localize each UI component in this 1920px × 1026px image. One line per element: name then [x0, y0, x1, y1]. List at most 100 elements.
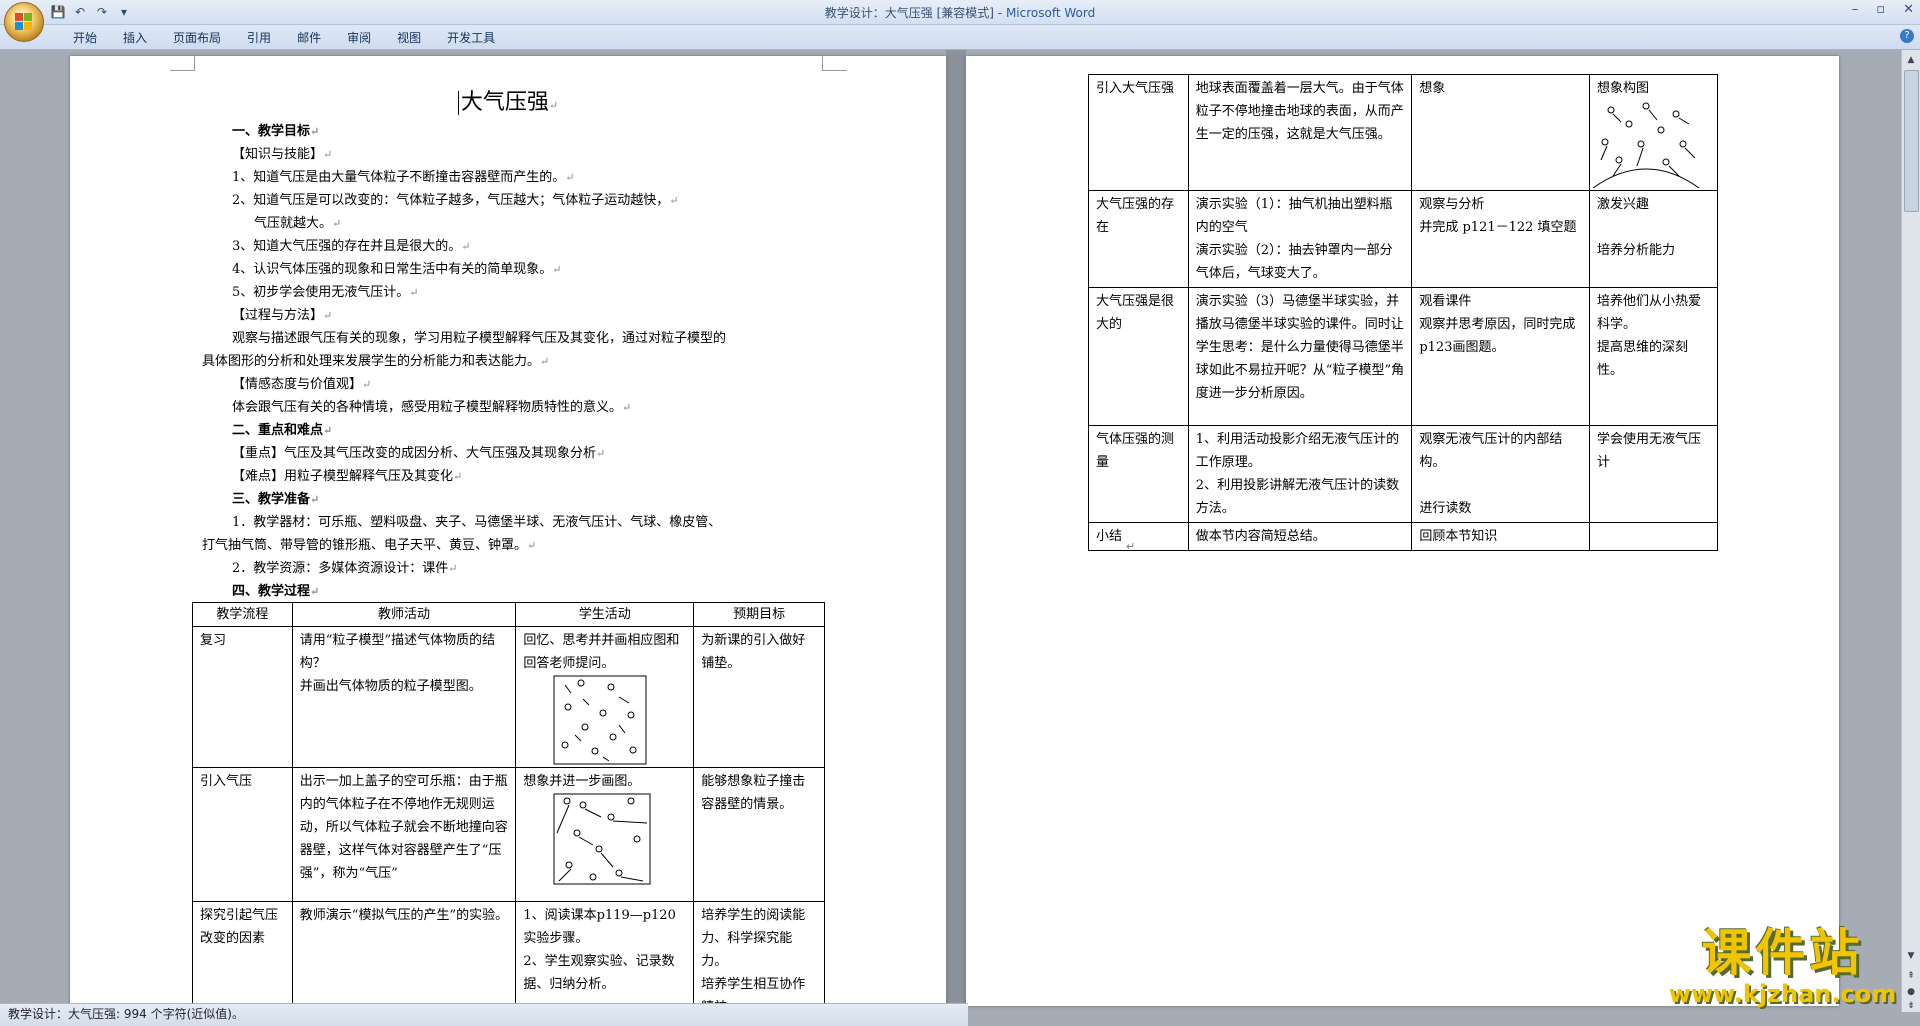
minimize-icon[interactable]: –	[1852, 2, 1859, 17]
table-header-cell[interactable]: 预期目标	[693, 602, 825, 627]
paragraph[interactable]: 打气抽气筒、带导管的锥形瓶、电子天平、黄豆、钟罩。↵	[202, 534, 536, 557]
paragraph[interactable]: 1、知道气压是由大量气体粒子不断撞击容器壁而产生的。↵	[232, 166, 575, 189]
table-cell[interactable]: 演示实验（1）：抽气机抽出塑料瓶内的空气 演示实验（2）：抽去钟罩内一部分气体后，…	[1187, 190, 1413, 288]
table-cell[interactable]: 学会使用无液气压计	[1589, 425, 1718, 523]
previous-page-icon[interactable]: ⇞	[1905, 970, 1917, 982]
table-cell[interactable]: 教师演示“模拟气压的产生”的实验。	[291, 901, 517, 1006]
maximize-icon[interactable]: ▫	[1876, 2, 1885, 17]
paragraph[interactable]: 观察与描述跟气压有关的现象，学习用粒子模型解释气压及其变化，通过对粒子模型的	[232, 327, 726, 350]
table-cell[interactable]: 大气压强的存在	[1088, 190, 1189, 288]
help-icon[interactable]: ?	[1900, 29, 1914, 43]
tab-view[interactable]: 视图	[384, 29, 434, 46]
paragraph[interactable]: 【知识与技能】↵	[232, 143, 332, 166]
table-row: 大气压强的存在 演示实验（1）：抽气机抽出塑料瓶内的空气 演示实验（2）：抽去钟罩…	[1088, 190, 1718, 288]
tab-developer[interactable]: 开发工具	[434, 29, 508, 46]
table-cell[interactable]: 请用“粒子模型”描述气体物质的结构？ 并画出气体物质的粒子模型图。	[291, 626, 517, 768]
site-watermark: 课件站 www.kjzhan.com	[1665, 925, 1900, 1015]
particle-model-diagram	[553, 675, 647, 765]
paragraph[interactable]: 三、教学准备↵	[232, 488, 319, 511]
table-cell[interactable]: 引入气压	[192, 767, 293, 902]
ribbon: 开始 插入 页面布局 引用 邮件 审阅 视图 开发工具 ?	[0, 25, 1920, 50]
table-header-cell[interactable]: 教学流程	[192, 602, 293, 627]
table-cell[interactable]: 培养他们从小热爱科学。 提高思维的深刻性。	[1589, 287, 1718, 426]
office-button[interactable]	[4, 2, 44, 42]
table-cell[interactable]: 气体压强的测量	[1088, 425, 1189, 523]
table-header-row: 教学流程 教师活动 学生活动 预期目标	[192, 602, 825, 627]
table-cell[interactable]: 为新课的引入做好铺垫。	[693, 626, 825, 768]
lesson-table-2[interactable]: 引入大气压强 地球表面覆盖着一层大气。由于气体粒子不停地撞击地球的表面，从而产生…	[1088, 74, 1718, 551]
table-cell[interactable]: 想象并进一步画图。	[515, 767, 695, 902]
document-title-text: 大气压强	[460, 90, 549, 115]
paragraph[interactable]: 4、认识气体压强的现象和日常生活中有关的简单现象。↵	[232, 258, 562, 281]
paragraph[interactable]: 二、重点和难点↵	[232, 419, 332, 442]
table-cell[interactable]: 复习	[192, 626, 293, 768]
title-separator: -	[993, 6, 1006, 20]
document-title[interactable]: 大气压强↵	[70, 84, 946, 116]
margin-mark	[822, 56, 847, 71]
tab-mailings[interactable]: 邮件	[284, 29, 334, 46]
table-cell[interactable]	[1589, 522, 1718, 551]
table-row: 小结 做本节内容简短总结。 回顾本节知识	[1088, 522, 1718, 551]
table-cell[interactable]: 1、利用活动投影介绍无液气压计的工作原理。 2、利用投影讲解无液气压计的读数方法。	[1187, 425, 1413, 523]
paragraph[interactable]: 1．教学器材：可乐瓶、塑料吸盘、夹子、马德堡半球、无液气压计、气球、橡皮管、	[232, 511, 721, 534]
table-cell[interactable]: 观察无液气压计的内部结构。 进行读数	[1411, 425, 1590, 523]
table-cell[interactable]: 地球表面覆盖着一层大气。由于气体粒子不停地撞击地球的表面，从而产生一定的压强，这…	[1187, 74, 1413, 191]
scroll-up-icon[interactable]: ▲	[1905, 54, 1917, 66]
paragraph[interactable]: 【过程与方法】↵	[232, 304, 332, 327]
tab-home[interactable]: 开始	[60, 29, 110, 46]
tab-references[interactable]: 引用	[234, 29, 284, 46]
paragraph[interactable]: 气压就越大。↵	[254, 212, 341, 235]
paragraph[interactable]: 5、初步学会使用无液气压计。↵	[232, 281, 419, 304]
paragraph[interactable]: 四、教学过程↵	[232, 580, 319, 603]
table-cell[interactable]: 观察与分析 并完成 p121－122 填空题	[1411, 190, 1590, 288]
table-cell[interactable]: 回忆、思考并并画相应图和回答老师提问。	[515, 626, 695, 768]
table-row: 探究引起气压改变的因素 教师演示“模拟气压的产生”的实验。 1、阅读课本p119…	[192, 901, 825, 1006]
atmosphere-particles-diagram	[1592, 102, 1700, 188]
table-cell[interactable]: 培养学生的阅读能力、科学探究能力。培养学生相互协作精神	[693, 901, 825, 1006]
document-page-2[interactable]: 引入大气压强 地球表面覆盖着一层大气。由于气体粒子不停地撞击地球的表面，从而产生…	[966, 56, 1839, 1006]
table-row: 气体压强的测量 1、利用活动投影介绍无液气压计的工作原理。 2、利用投影讲解无液气…	[1088, 425, 1718, 523]
paragraph[interactable]: 【难点】用粒子模型解释气压及其变化↵	[232, 465, 462, 488]
paragraph[interactable]: 3、知道大气压强的存在并且是很大的。↵	[232, 235, 471, 258]
table-cell[interactable]: 引入大气压强	[1088, 74, 1189, 191]
table-cell[interactable]: 1、阅读课本p119—p120实验步骤。 2、学生观察实验、记录数据、归纳分析。	[515, 901, 695, 1006]
table-cell[interactable]: 小结	[1088, 522, 1189, 551]
tab-review[interactable]: 审阅	[334, 29, 384, 46]
table-cell[interactable]: 出示一加上盖子的空可乐瓶：由于瓶内的气体粒子在不停地作无规则运动，所以气体粒子就…	[291, 767, 517, 902]
title-bar: 💾 ↶ ↷ ▾ 教学设计：大气压强 [兼容模式] - Microsoft Wor…	[0, 0, 1920, 25]
paragraph[interactable]: 具体图形的分析和处理来发展学生的分析能力和表达能力。↵	[202, 350, 549, 373]
paragraph[interactable]: 2、知道气压是可以改变的：气体粒子越多，气压越大；气体粒子运动越快，↵	[232, 189, 679, 212]
paragraph[interactable]: 体会跟气压有关的各种情境，感受用粒子模型解释物质特性的意义。↵	[232, 396, 631, 419]
vertical-scrollbar[interactable]: ▲ ▼ ⇞ ● ⇟	[1901, 50, 1920, 1012]
watermark-url: www.kjzhan.com	[1668, 980, 1897, 1008]
tab-page-layout[interactable]: 页面布局	[160, 29, 234, 46]
table-cell[interactable]: 想象	[1411, 74, 1590, 191]
paragraph[interactable]: 一、教学目标↵	[232, 120, 319, 143]
table-row: 引入大气压强 地球表面覆盖着一层大气。由于气体粒子不停地撞击地球的表面，从而产生…	[1088, 74, 1718, 191]
paragraph[interactable]: 【重点】气压及其气压改变的成因分析、大气压强及其现象分析↵	[232, 442, 605, 465]
table-row: 大气压强是很大的 演示实验（3）马德堡半球实验，并播放马德堡半球实验的课件。同时…	[1088, 287, 1718, 426]
app-name: Microsoft Word	[1005, 6, 1096, 20]
particle-collision-diagram	[553, 793, 651, 885]
table-cell[interactable]: 做本节内容简短总结。	[1187, 522, 1413, 551]
table-cell[interactable]: 观看课件 观察并思考原因，同时完成p123画图题。	[1411, 287, 1590, 426]
table-header-cell[interactable]: 教师活动	[291, 602, 517, 627]
table-cell[interactable]: 演示实验（3）马德堡半球实验，并播放马德堡半球实验的课件。同时让学生思考：是什么…	[1187, 287, 1413, 426]
table-cell[interactable]: 能够想象粒子撞击容器壁的情景。	[693, 767, 825, 902]
lesson-table-1[interactable]: 教学流程 教师活动 学生活动 预期目标 复习 请用“粒子模型”描述气体物质的结构…	[192, 602, 825, 1006]
close-icon[interactable]: ✕	[1903, 2, 1914, 17]
scroll-down-icon[interactable]: ▼	[1905, 950, 1917, 962]
tab-insert[interactable]: 插入	[110, 29, 160, 46]
paragraph[interactable]: 【情感态度与价值观】↵	[232, 373, 371, 396]
table-cell[interactable]: 探究引起气压改变的因素	[192, 901, 293, 1006]
next-page-icon[interactable]: ⇟	[1905, 1000, 1917, 1012]
table-cell[interactable]: 回顾本节知识	[1411, 522, 1590, 551]
browse-object-icon[interactable]: ●	[1905, 986, 1917, 998]
table-cell[interactable]: 想象构图	[1589, 74, 1718, 191]
table-cell[interactable]: 激发兴趣 培养分析能力	[1589, 190, 1718, 288]
table-cell[interactable]: 大气压强是很大的	[1088, 287, 1189, 426]
document-page-1[interactable]: 大气压强↵ 一、教学目标↵ 【知识与技能】↵ 1、知道气压是由大量气体粒子不断撞…	[70, 56, 946, 1006]
paragraph[interactable]: 2．教学资源：多媒体资源设计：课件↵	[232, 557, 458, 580]
scrollbar-thumb[interactable]	[1904, 70, 1919, 212]
table-header-cell[interactable]: 学生活动	[515, 602, 695, 627]
